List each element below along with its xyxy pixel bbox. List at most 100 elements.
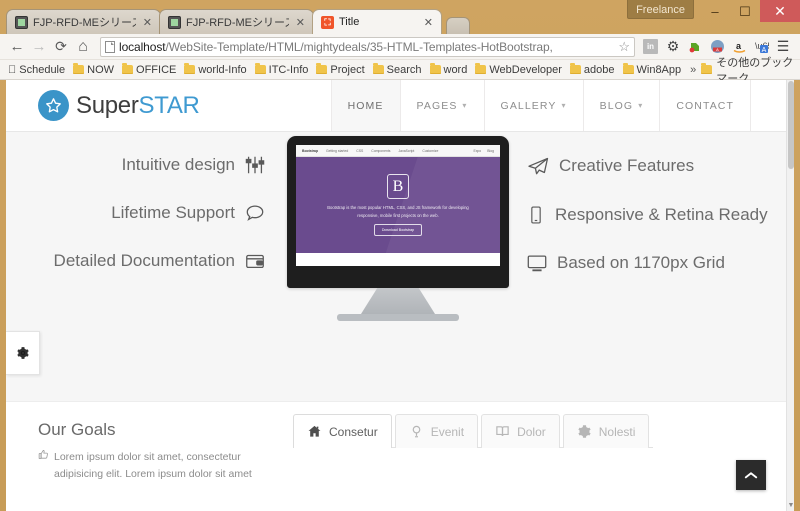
nav-item-contact[interactable]: CONTACT bbox=[659, 80, 750, 131]
reload-icon[interactable]: ⟳ bbox=[50, 36, 72, 58]
profile-name-button[interactable]: Freelance bbox=[627, 0, 694, 19]
bookmark-webdeveloper[interactable]: WebDeveloper bbox=[471, 63, 566, 77]
settings-panel-toggle[interactable] bbox=[6, 331, 40, 375]
bootstrap-hero: B Bootstrap is the most popular HTML, CS… bbox=[296, 157, 500, 253]
tab-close-icon[interactable]: ✕ bbox=[294, 16, 307, 29]
site-logo[interactable]: SuperSTAR bbox=[6, 80, 200, 131]
logo-text-part2: STAR bbox=[138, 91, 200, 119]
features-right: Creative Features Responsive & Retina Re… bbox=[526, 154, 778, 300]
window-controls: Freelance – ☐ ✕ bbox=[627, 0, 800, 22]
scroll-to-top-button[interactable] bbox=[736, 460, 766, 490]
url-host: localhost bbox=[119, 39, 166, 54]
scrollbar-thumb[interactable] bbox=[788, 81, 794, 169]
feature-label: Detailed Documentation bbox=[53, 251, 235, 271]
folder-icon bbox=[73, 63, 85, 74]
browser-tab-1[interactable]: FJP-RFD-MEシリーズ［従来 ✕ bbox=[6, 9, 161, 34]
linkedin-extension-icon[interactable]: in bbox=[643, 39, 658, 54]
chevron-down-icon: ▾ bbox=[638, 101, 644, 110]
browser-window: Freelance – ☐ ✕ FJP-RFD-MEシリーズ［従来 ✕ FJP-… bbox=[0, 0, 800, 511]
content-tabs-row: Consetur Evenit Dolor Nolesti bbox=[293, 414, 653, 448]
tab-close-icon[interactable]: ✕ bbox=[422, 16, 435, 29]
svg-text:A: A bbox=[716, 47, 719, 52]
device-icon bbox=[168, 15, 181, 29]
back-icon[interactable]: ← bbox=[6, 36, 28, 58]
nav-spacer bbox=[750, 80, 786, 131]
content-tab-label: Evenit bbox=[430, 424, 465, 439]
imac-base bbox=[337, 314, 459, 321]
bookmark-search[interactable]: Search bbox=[369, 63, 426, 77]
bookmark-star-icon[interactable]: ☆ bbox=[616, 39, 630, 55]
gear-extension-icon[interactable]: ⚙ bbox=[662, 37, 684, 57]
site-logo-text: SuperSTAR bbox=[76, 92, 200, 120]
nav-item-blog[interactable]: BLOG ▾ bbox=[582, 80, 660, 131]
tab-title: Title bbox=[339, 16, 360, 28]
bookmark-world-info[interactable]: world-Info bbox=[180, 63, 250, 77]
page-info-icon[interactable] bbox=[105, 40, 115, 53]
page-scrollbar[interactable]: ▼ bbox=[786, 80, 794, 511]
feature-1170px-grid: Based on 1170px Grid bbox=[526, 252, 778, 274]
chevron-down-icon: ▾ bbox=[561, 101, 567, 110]
bootstrap-nav-item: Getting started bbox=[326, 148, 349, 153]
bookmark-label: adobe bbox=[575, 63, 615, 76]
bootstrap-tagline: Bootstrap is the most popular HTML, CSS,… bbox=[327, 205, 469, 218]
forward-icon[interactable]: → bbox=[28, 36, 50, 58]
bookmark-project[interactable]: Project bbox=[312, 63, 368, 77]
bookmark-win8app[interactable]: Win8App bbox=[619, 63, 686, 77]
feature-label: Responsive & Retina Ready bbox=[555, 205, 768, 224]
home-icon bbox=[307, 424, 322, 439]
bookmarks-overflow-icon[interactable]: » bbox=[685, 64, 701, 76]
nav-item-home[interactable]: HOME bbox=[330, 80, 400, 131]
feature-detailed-documentation: Detailed Documentation bbox=[14, 250, 266, 272]
content-tab-consetur[interactable]: Consetur bbox=[293, 414, 392, 448]
home-icon[interactable]: ⌂ bbox=[72, 36, 94, 58]
bootstrap-nav-item: Components bbox=[371, 148, 391, 153]
maximize-button[interactable]: ☐ bbox=[730, 0, 760, 22]
imac-screen: Bootstrap Getting started CSS Components… bbox=[287, 136, 509, 288]
our-goals-text-row: Lorem ipsum dolor sit amet, consectetur … bbox=[38, 449, 278, 484]
imac-stand bbox=[361, 288, 435, 314]
svg-text:a: a bbox=[736, 41, 742, 51]
bookmark-adobe[interactable]: adobe bbox=[566, 63, 619, 77]
tab-title: FJP-RFD-MEシリーズ［従来 bbox=[33, 17, 136, 29]
bookmark-itc-info[interactable]: ITC-Info bbox=[251, 63, 313, 77]
bookmark-now[interactable]: NOW bbox=[69, 63, 118, 77]
lightbulb-icon bbox=[409, 424, 424, 439]
bootstrap-logo: B bbox=[387, 174, 409, 200]
bookmark-label: world-Info bbox=[190, 63, 246, 76]
browser-tab-3[interactable]: ⛶ Title ✕ bbox=[312, 9, 442, 34]
nav-item-pages[interactable]: PAGES ▾ bbox=[399, 80, 484, 131]
new-tab-button[interactable] bbox=[446, 17, 470, 34]
nav-label: PAGES bbox=[416, 99, 458, 112]
bookmark-schedule[interactable]:  Schedule bbox=[4, 63, 69, 77]
bootstrap-nav: Bootstrap Getting started CSS Components… bbox=[296, 145, 500, 157]
content-tabs-panel bbox=[293, 447, 653, 469]
browser-tab-2[interactable]: FJP-RFD-MEシリーズ［従来 ✕ bbox=[159, 9, 314, 34]
bookmark-label: Search bbox=[378, 63, 422, 76]
bookmark-office[interactable]: OFFICE bbox=[118, 63, 180, 77]
feature-label: Lifetime Support bbox=[111, 203, 235, 223]
scrollbar-down-arrow-icon[interactable]: ▼ bbox=[787, 502, 795, 509]
address-bar[interactable]: localhost/WebSite-Template/HTML/mightyde… bbox=[100, 36, 635, 57]
bookmark-label: WebDeveloper bbox=[481, 63, 562, 76]
paper-plane-icon bbox=[526, 154, 550, 178]
bookmark-word[interactable]: word bbox=[426, 63, 472, 77]
tab-close-icon[interactable]: ✕ bbox=[141, 16, 154, 29]
content-tab-evenit[interactable]: Evenit bbox=[394, 414, 479, 448]
tab-strip: FJP-RFD-MEシリーズ［従来 ✕ FJP-RFD-MEシリーズ［従来 ✕ … bbox=[6, 8, 470, 34]
features-left: Intuitive design Lifetime Support Detail… bbox=[14, 154, 266, 298]
folder-icon bbox=[701, 63, 713, 74]
folder-icon bbox=[475, 63, 487, 74]
minimize-button[interactable]: – bbox=[700, 0, 730, 22]
sliders-icon bbox=[244, 154, 266, 176]
nav-label: HOME bbox=[347, 99, 384, 112]
bootstrap-site-preview: Bootstrap Getting started CSS Components… bbox=[296, 145, 500, 266]
bootstrap-nav-item: Customize bbox=[422, 148, 439, 153]
content-tab-dolor[interactable]: Dolor bbox=[481, 414, 560, 448]
imac-mockup: Bootstrap Getting started CSS Components… bbox=[287, 136, 509, 321]
close-window-button[interactable]: ✕ bbox=[760, 0, 800, 22]
nav-item-gallery[interactable]: GALLERY ▾ bbox=[483, 80, 583, 131]
nav-label: GALLERY bbox=[500, 99, 557, 112]
url-text: localhost/WebSite-Template/HTML/mightyde… bbox=[119, 40, 616, 54]
bootstrap-nav-item: JavaScript bbox=[398, 148, 415, 153]
content-tab-nolesti[interactable]: Nolesti bbox=[562, 414, 650, 448]
